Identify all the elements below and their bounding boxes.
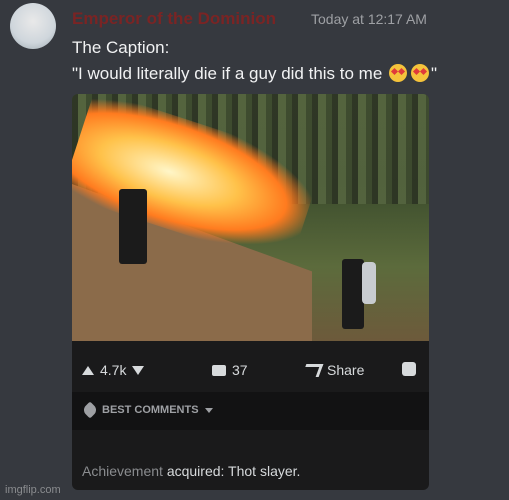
message-line-2: "I would literally die if a guy did this… bbox=[72, 64, 437, 84]
comment-rest: acquired: Thot slayer. bbox=[162, 463, 301, 479]
watermark: imgflip.com bbox=[5, 484, 61, 496]
heart-eyes-emoji-icon bbox=[411, 64, 430, 82]
chevron-down-icon bbox=[204, 407, 213, 413]
downvote-arrow-icon[interactable] bbox=[132, 365, 145, 375]
best-comments-label: BEST COMMENTS bbox=[102, 404, 199, 416]
person-with-flamethrower bbox=[342, 259, 364, 329]
share-arrow-icon bbox=[301, 363, 324, 377]
vote-controls: 4.7k bbox=[82, 362, 145, 378]
message-timestamp: Today at 12:17 AM bbox=[311, 11, 427, 27]
comment-count: 37 bbox=[232, 362, 248, 378]
post-photo bbox=[72, 94, 429, 341]
share-label: Share bbox=[327, 362, 365, 378]
comment-bubble-icon bbox=[212, 364, 226, 376]
embedded-post-image[interactable]: 4.7k 37 Share BEST COMMENTS Achievement … bbox=[72, 94, 429, 490]
avatar[interactable] bbox=[10, 3, 56, 49]
message-line-2-text: "I would literally die if a guy did this… bbox=[72, 64, 383, 83]
award-icon[interactable] bbox=[402, 362, 416, 376]
share-button[interactable]: Share bbox=[301, 362, 365, 378]
message-line-2-end: " bbox=[431, 64, 438, 83]
fuel-tank bbox=[362, 262, 376, 304]
upvote-arrow-icon[interactable] bbox=[82, 365, 94, 375]
best-comments-sort[interactable]: BEST COMMENTS bbox=[72, 392, 429, 430]
post-actions-bar: 4.7k 37 Share bbox=[72, 356, 429, 386]
comments-button[interactable]: 37 bbox=[212, 362, 248, 378]
rocket-icon bbox=[81, 401, 99, 419]
message-line-1: The Caption: bbox=[72, 38, 170, 57]
username[interactable]: Emperor of the Dominion bbox=[72, 9, 276, 29]
comment-text: Achievement acquired: Thot slayer. bbox=[82, 463, 300, 479]
comment-prefix: Achievement bbox=[82, 463, 163, 479]
person-on-fire bbox=[119, 189, 147, 264]
upvote-count: 4.7k bbox=[100, 362, 127, 378]
heart-eyes-emoji-icon bbox=[389, 64, 408, 82]
